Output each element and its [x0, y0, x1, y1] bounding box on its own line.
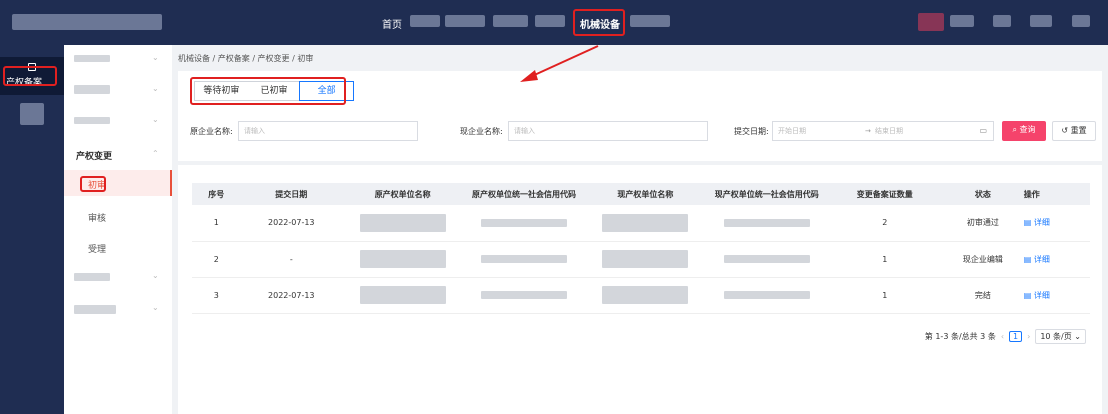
annotation-arrow-head [520, 70, 538, 82]
annotation-arrow-line [529, 45, 599, 78]
annotation-arrow [520, 45, 599, 82]
